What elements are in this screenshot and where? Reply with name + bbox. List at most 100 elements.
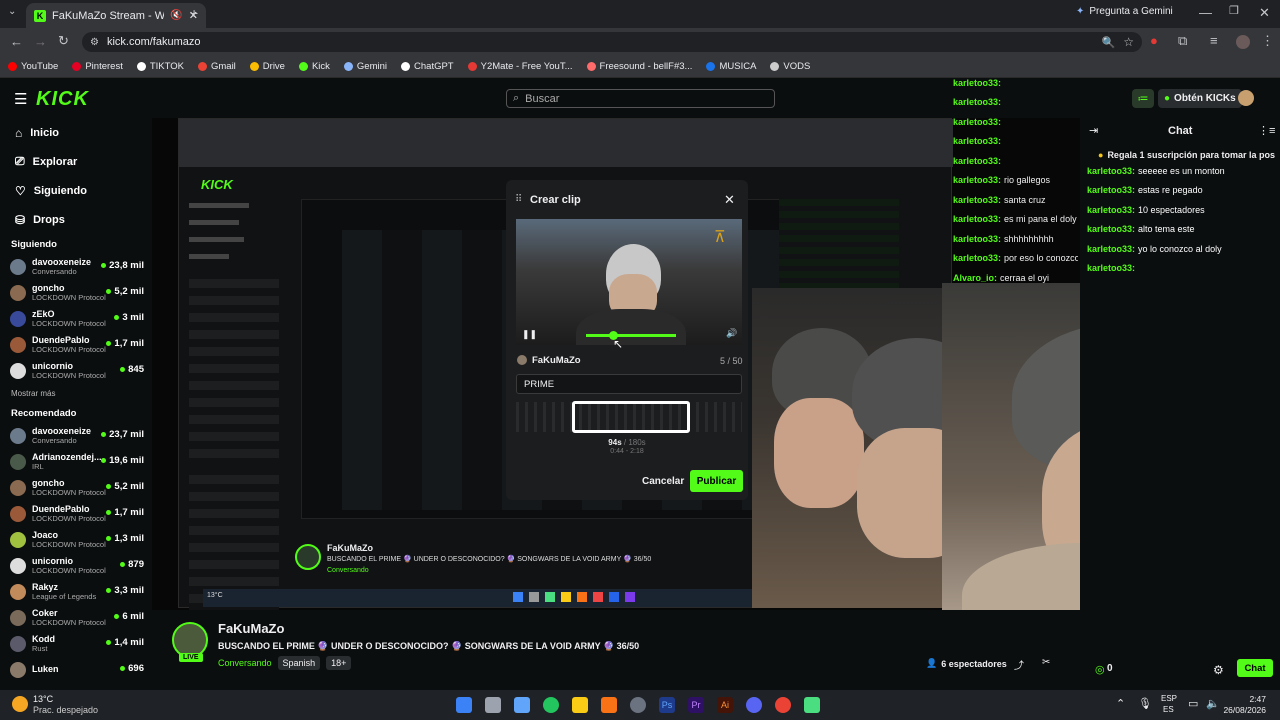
chrome-icon[interactable] — [775, 697, 791, 713]
clock-date[interactable]: 26/08/2026 — [1222, 705, 1266, 715]
channel-item[interactable]: Coker LOCKDOWN Protocol 6 mil — [0, 605, 152, 631]
chat-users-icon[interactable]: ⋮≡ — [1258, 124, 1275, 137]
bookmark-item[interactable]: Pinterest — [72, 61, 123, 72]
mute-tab-icon[interactable]: 🔇 — [170, 10, 182, 21]
bookmark-item[interactable]: MUSICA — [706, 61, 756, 72]
channel-item[interactable]: Rakyz League of Legends 3,3 mil — [0, 579, 152, 605]
chat-username[interactable]: karletoo33: — [1087, 166, 1135, 176]
photoshop-icon[interactable]: Ps — [659, 697, 675, 713]
nav-explorar[interactable]: ⎚ Explorar — [0, 147, 152, 176]
minecraft-icon[interactable] — [804, 697, 820, 713]
tag-language[interactable]: Spanish — [277, 656, 321, 670]
reading-list-icon[interactable]: ≡ — [1210, 34, 1218, 47]
pause-icon[interactable]: ❚❚ — [522, 329, 537, 340]
minimize-icon[interactable]: — — [1199, 6, 1212, 19]
premiere-icon[interactable]: Pr — [688, 697, 704, 713]
maximize-icon[interactable]: ❐ — [1229, 6, 1239, 17]
clock-time[interactable]: 2:47 — [1226, 694, 1266, 704]
chat-username[interactable]: karletoo33: — [1087, 224, 1135, 234]
get-kicks-button[interactable]: ● Obtén KICKs — [1158, 89, 1242, 108]
address-bar[interactable]: ⚙ kick.com/fakumazo 🔍 ☆ — [82, 32, 1142, 52]
bookmark-item[interactable]: TIKTOK — [136, 61, 184, 72]
bookmark-item[interactable]: Gemini — [343, 61, 387, 72]
task-view-icon[interactable] — [514, 697, 530, 713]
clip-timeline[interactable] — [516, 401, 742, 433]
start-icon[interactable] — [456, 697, 472, 713]
collapse-chat-icon[interactable]: ⇥ — [1089, 124, 1098, 137]
bookmark-item[interactable]: YouTube — [8, 61, 58, 72]
nav-drops[interactable]: ⛁ Drops — [0, 205, 152, 234]
obs-icon[interactable] — [630, 697, 646, 713]
publish-button[interactable]: Publicar — [690, 470, 743, 492]
brave-icon[interactable] — [601, 697, 617, 713]
user-avatar[interactable] — [1238, 90, 1254, 106]
tag-mature[interactable]: 18+ — [326, 656, 352, 670]
clip-preview[interactable]: ⊼ ❚❚ 🔊 — [516, 219, 742, 345]
clip-title-input[interactable]: PRIME — [516, 374, 742, 394]
channel-item[interactable]: Kodd Rust 1,4 mil — [0, 631, 152, 657]
lang-label-2[interactable]: ES — [1163, 705, 1174, 714]
browser-tab[interactable]: K FaKuMaZo Stream - Watch 🔇 ✕ — [26, 3, 206, 28]
channel-item[interactable]: davooxeneize Conversando 23,7 mil — [0, 423, 152, 449]
show-more-link[interactable]: Mostrar más — [0, 384, 152, 402]
chat-username[interactable]: karletoo33: — [1087, 244, 1135, 254]
nav-siguiendo[interactable]: ♡ Siguiendo — [0, 176, 152, 205]
bookmark-item[interactable]: VODS — [770, 61, 810, 72]
clip-icon[interactable]: ✂ — [1042, 657, 1050, 668]
bookmark-item[interactable]: Freesound - bellF#3... — [586, 61, 692, 72]
bookmark-item[interactable]: Kick — [298, 61, 330, 72]
mic-icon[interactable]: 🎙 — [1138, 697, 1152, 710]
bookmark-star-icon[interactable]: ☆ — [1123, 35, 1134, 49]
streamer-name[interactable]: FaKuMaZo — [218, 621, 284, 636]
channel-item[interactable]: DuendePablo LOCKDOWN Protocol 1,7 mil — [0, 332, 152, 358]
channel-item[interactable]: Joaco LOCKDOWN Protocol 1,3 mil — [0, 527, 152, 553]
file-explorer-icon[interactable] — [572, 697, 588, 713]
window-close-icon[interactable]: ✕ — [1259, 6, 1270, 19]
channel-item[interactable]: unicornio LOCKDOWN Protocol 879 — [0, 553, 152, 579]
menu-icon[interactable]: ⋮ — [1261, 34, 1274, 47]
chat-username[interactable]: karletoo33: — [1087, 185, 1135, 195]
clip-seek-bar[interactable] — [586, 331, 676, 340]
chat-toggle-icon[interactable]: ≔ — [1132, 89, 1154, 108]
nav-inicio[interactable]: ⌂ Inicio — [0, 118, 152, 147]
modal-close-icon[interactable]: ✕ — [724, 192, 735, 208]
extensions-icon[interactable]: ⧉ — [1178, 34, 1187, 47]
chat-settings-icon[interactable]: ⚙ — [1213, 663, 1224, 677]
share-icon[interactable]: ⤴ — [1014, 657, 1024, 672]
snipping-icon[interactable] — [485, 697, 501, 713]
kick-logo[interactable]: KICK — [36, 88, 89, 111]
bookmark-item[interactable]: Drive — [249, 61, 285, 72]
bookmark-item[interactable]: ChatGPT — [401, 61, 454, 72]
illustrator-icon[interactable]: Ai — [717, 697, 733, 713]
bookmark-item[interactable]: Y2Mate - Free YouT... — [467, 61, 573, 72]
channel-item[interactable]: Adrianozendej... IRL 19,6 mil — [0, 449, 152, 475]
tab-search-icon[interactable]: ⌄ — [8, 7, 16, 17]
volume-icon[interactable]: 🔊 — [726, 328, 737, 339]
network-icon[interactable]: ▭ — [1188, 697, 1198, 710]
cancel-button[interactable]: Cancelar — [642, 476, 684, 487]
chat-username[interactable]: karletoo33: — [1087, 205, 1135, 215]
tray-chevron-icon[interactable]: ⌃ — [1116, 697, 1125, 710]
new-tab-button[interactable]: + — [190, 5, 198, 21]
channel-item[interactable]: goncho LOCKDOWN Protocol 5,2 mil — [0, 280, 152, 306]
search-input[interactable]: ⌕ Buscar — [506, 89, 775, 108]
speaker-icon[interactable]: 🔈 — [1206, 697, 1220, 710]
chat-username[interactable]: karletoo33: — [1087, 263, 1135, 273]
channel-item[interactable]: goncho LOCKDOWN Protocol 5,2 mil — [0, 475, 152, 501]
site-info-icon[interactable]: ⚙ — [90, 37, 99, 48]
channel-item[interactable]: zEkO LOCKDOWN Protocol 3 mil — [0, 306, 152, 332]
channel-item[interactable]: Luken 696 — [0, 657, 152, 683]
send-chat-button[interactable]: Chat — [1237, 659, 1273, 677]
reload-icon[interactable]: ↻ — [58, 34, 69, 47]
profile-avatar[interactable] — [1236, 35, 1250, 49]
clip-range-selector[interactable] — [572, 401, 690, 433]
back-icon[interactable]: ← — [10, 35, 23, 48]
bookmark-item[interactable]: Gmail — [197, 61, 236, 72]
forward-icon[interactable]: → — [34, 35, 47, 48]
discord-icon[interactable] — [746, 697, 762, 713]
drag-handle-icon[interactable]: ⠿ — [515, 194, 522, 205]
lang-label[interactable]: ESP — [1161, 694, 1177, 703]
channel-item[interactable]: DuendePablo LOCKDOWN Protocol 1,7 mil — [0, 501, 152, 527]
extension-icon[interactable]: ● — [1150, 34, 1158, 47]
channel-item[interactable]: unicornio LOCKDOWN Protocol 845 — [0, 358, 152, 384]
